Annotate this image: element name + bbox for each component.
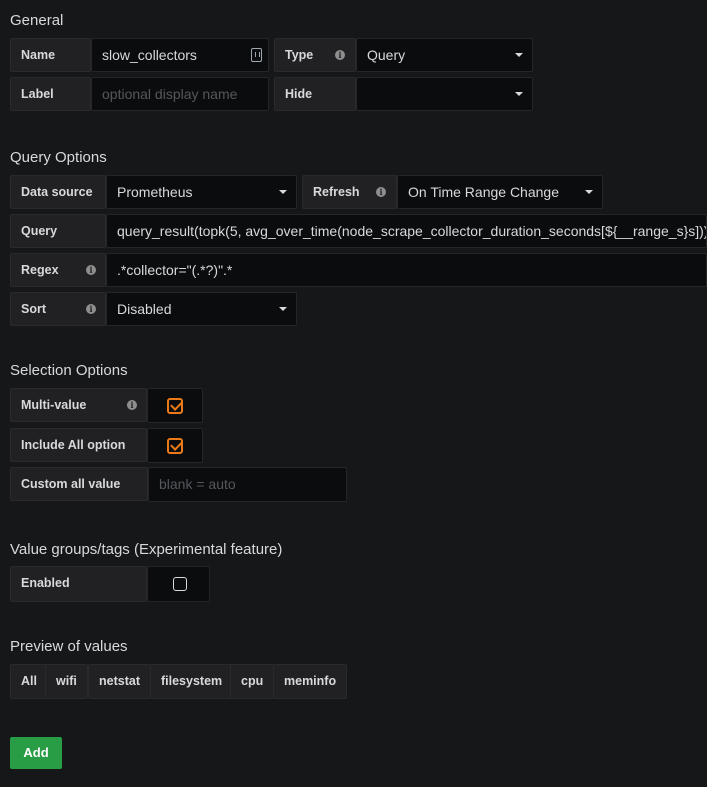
refresh-select[interactable]: On Time Range Change xyxy=(397,175,603,209)
refresh-label: Refresh i xyxy=(302,175,397,209)
include-all-checkbox[interactable] xyxy=(147,428,203,463)
preview-value-chip: meminfo xyxy=(273,664,348,699)
preview-value-chip: All xyxy=(10,664,48,699)
preview-value-chip: netstat xyxy=(88,664,151,699)
checkbox-checked-icon xyxy=(167,398,183,414)
regex-input-value: .*collector="(.*?)".* xyxy=(117,262,233,278)
include-all-label: Include All option xyxy=(10,428,147,462)
enabled-label-text: Enabled xyxy=(21,576,70,590)
label-input-placeholder: optional display name xyxy=(102,86,238,102)
checkbox-checked-icon xyxy=(167,438,183,454)
info-icon[interactable]: i xyxy=(86,265,96,275)
query-label-text: Query xyxy=(21,224,58,238)
query-options-heading: Query Options xyxy=(10,149,107,166)
multi-value-label: Multi-value i xyxy=(10,388,147,422)
info-icon[interactable]: i xyxy=(86,304,96,314)
refresh-select-value: On Time Range Change xyxy=(408,184,559,200)
enabled-label: Enabled xyxy=(10,566,147,602)
sort-select-value: Disabled xyxy=(117,301,172,317)
hide-select[interactable] xyxy=(356,77,533,111)
sort-label-text: Sort xyxy=(21,302,46,316)
label-label: Label xyxy=(10,77,91,111)
type-select[interactable]: Query xyxy=(356,38,533,72)
query-input[interactable]: query_result(topk(5, avg_over_time(node_… xyxy=(106,214,707,248)
preview-value-chip: cpu xyxy=(230,664,275,699)
name-input[interactable]: slow_collectors xyxy=(91,38,269,72)
custom-all-label-text: Custom all value xyxy=(21,477,121,491)
preview-value-chip: filesystem xyxy=(150,664,234,699)
caret-down-icon xyxy=(279,307,287,311)
enabled-checkbox[interactable] xyxy=(147,566,210,602)
datasource-select[interactable]: Prometheus xyxy=(106,175,297,209)
datasource-label-text: Data source xyxy=(21,185,93,199)
caret-down-icon xyxy=(515,92,523,96)
checkbox-unchecked-icon xyxy=(173,577,187,591)
general-heading: General xyxy=(10,12,64,29)
type-label: Type i xyxy=(274,38,356,72)
variable-icon xyxy=(251,48,262,62)
regex-label: Regex i xyxy=(10,253,106,287)
label-label-text: Label xyxy=(21,87,54,101)
custom-all-input[interactable]: blank = auto xyxy=(148,467,347,502)
info-icon[interactable]: i xyxy=(335,50,345,60)
caret-down-icon xyxy=(515,53,523,57)
selection-options-heading: Selection Options xyxy=(10,362,128,379)
label-input[interactable]: optional display name xyxy=(91,77,269,111)
refresh-label-text: Refresh xyxy=(313,185,360,199)
info-icon[interactable]: i xyxy=(127,400,137,410)
type-label-text: Type xyxy=(285,48,314,62)
name-label-text: Name xyxy=(21,48,56,62)
custom-all-placeholder: blank = auto xyxy=(159,476,236,492)
include-all-label-text: Include All option xyxy=(21,438,126,452)
preview-value-chip: wifi xyxy=(45,664,88,699)
hide-label: Hide xyxy=(274,77,356,111)
datasource-select-value: Prometheus xyxy=(117,184,193,200)
query-label: Query xyxy=(10,214,106,248)
sort-label: Sort i xyxy=(10,292,106,326)
preview-heading: Preview of values xyxy=(10,638,128,655)
caret-down-icon xyxy=(279,190,287,194)
name-input-value: slow_collectors xyxy=(102,47,197,63)
hide-label-text: Hide xyxy=(285,87,313,101)
multi-value-label-text: Multi-value xyxy=(21,398,87,412)
datasource-label: Data source xyxy=(10,175,106,209)
regex-label-text: Regex xyxy=(21,263,59,277)
name-label: Name xyxy=(10,38,91,72)
sort-select[interactable]: Disabled xyxy=(106,292,297,326)
value-groups-heading: Value groups/tags (Experimental feature) xyxy=(10,541,283,558)
add-button[interactable]: Add xyxy=(10,737,62,769)
caret-down-icon xyxy=(585,190,593,194)
info-icon[interactable]: i xyxy=(376,187,386,197)
regex-input[interactable]: .*collector="(.*?)".* xyxy=(106,253,707,287)
multi-value-checkbox[interactable] xyxy=(147,388,203,423)
query-input-value: query_result(topk(5, avg_over_time(node_… xyxy=(117,223,707,239)
type-select-value: Query xyxy=(367,47,406,63)
custom-all-label: Custom all value xyxy=(10,467,148,501)
